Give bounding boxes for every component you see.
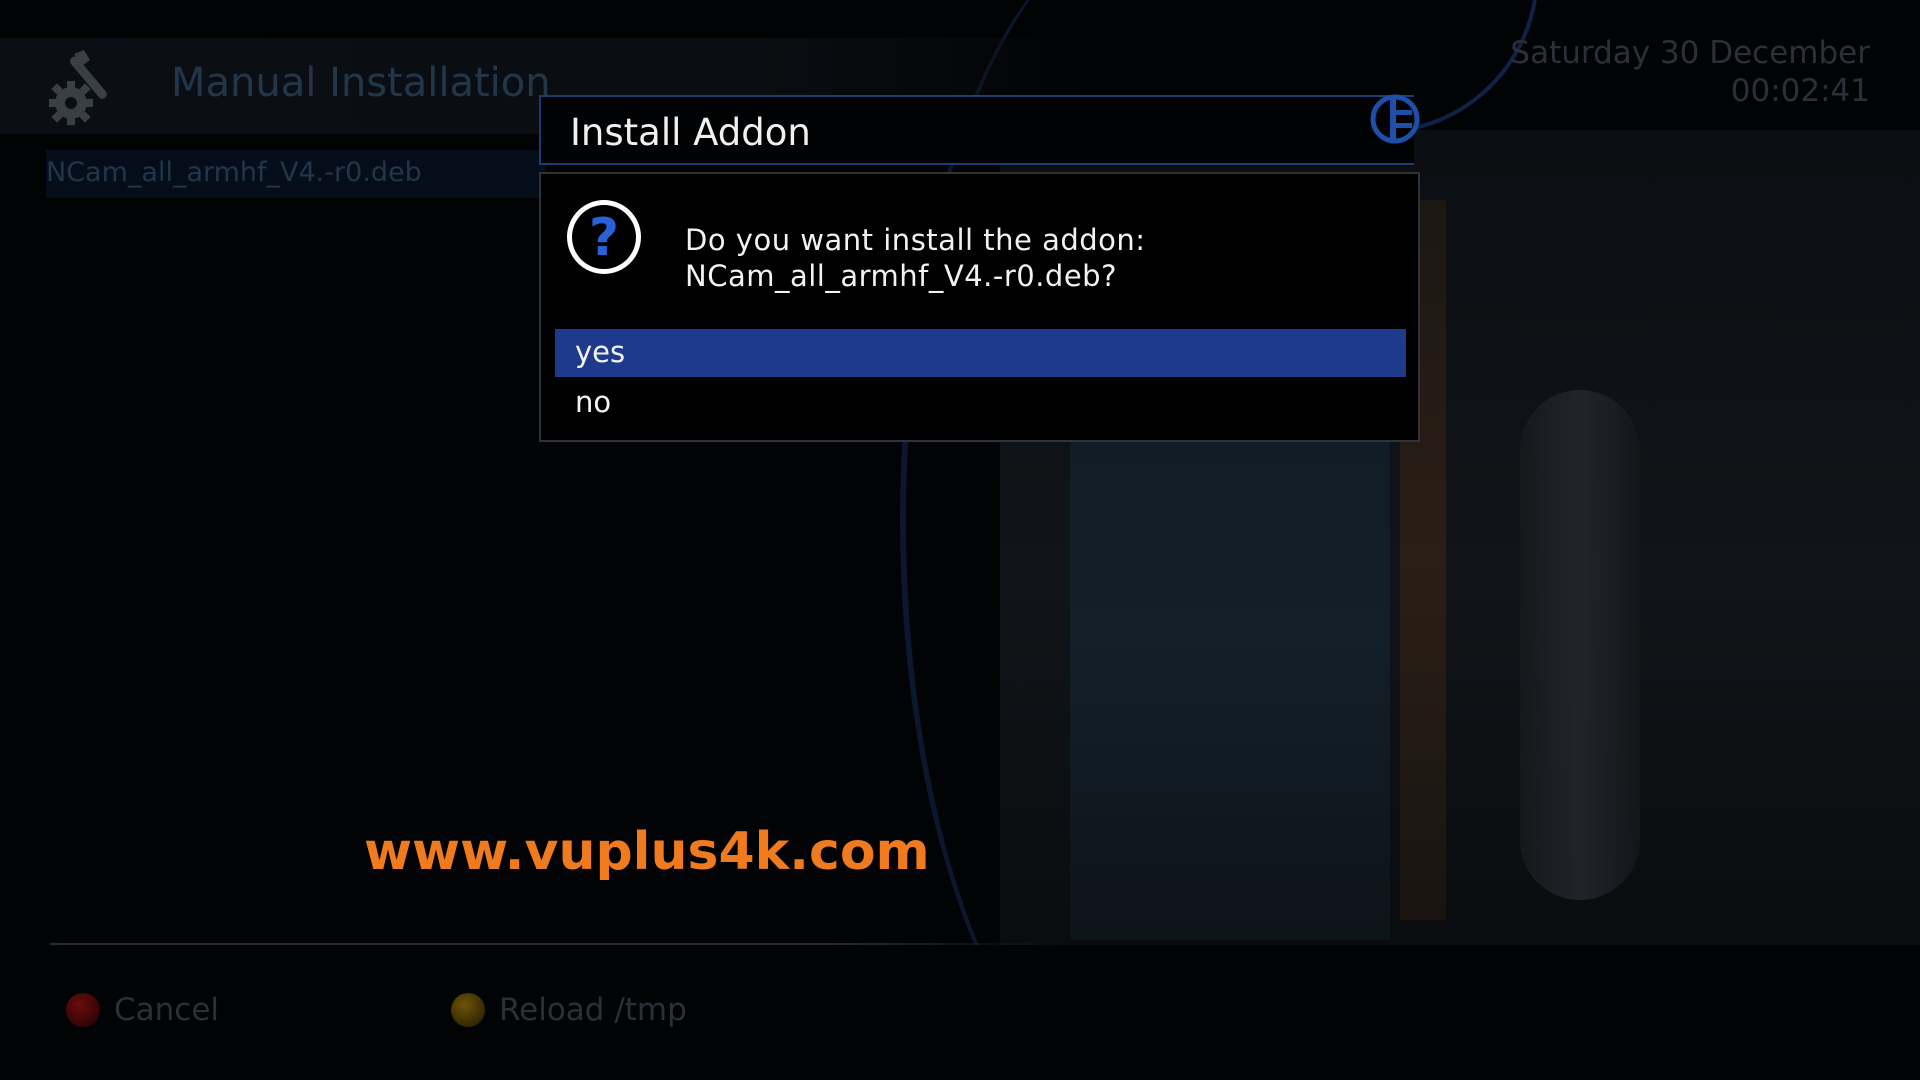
file-list-item[interactable]: NCam_all_armhf_V4.-r0.deb <box>46 150 546 198</box>
cancel-button-label: Cancel <box>114 992 220 1028</box>
screen: Manual Installation NCam_all_armhf_V4.-r… <box>0 0 1920 1080</box>
background-arm <box>1520 390 1640 900</box>
settings-tools-icon <box>44 48 126 130</box>
reload-tmp-button-label: Reload /tmp <box>499 992 687 1028</box>
yellow-button-icon <box>451 993 485 1027</box>
dialog-message-line2: NCam_all_armhf_V4.-r0.deb? <box>685 259 1117 293</box>
watermark: www.vuplus4k.com <box>364 822 930 882</box>
dialog-message: Do you want install the addon: NCam_all_… <box>685 222 1146 294</box>
dialog-title-bar: Install Addon <box>539 95 1414 165</box>
option-yes-label: yes <box>575 335 626 369</box>
reload-tmp-button[interactable]: Reload /tmp <box>451 990 687 1030</box>
time-label: 00:02:41 <box>1730 73 1870 109</box>
dialog-message-line1: Do you want install the addon: <box>685 223 1146 257</box>
screen-title: Manual Installation <box>171 60 551 106</box>
option-no[interactable]: no <box>555 379 1406 427</box>
footer-divider <box>50 943 1060 945</box>
clock: Saturday 30 December 00:02:41 <box>1510 34 1870 110</box>
svg-text:?: ? <box>589 208 619 268</box>
red-button-icon <box>66 993 100 1027</box>
question-icon: ? <box>563 196 645 278</box>
option-yes[interactable]: yes <box>555 329 1406 377</box>
install-addon-dialog: ? Do you want install the addon: NCam_al… <box>539 172 1420 442</box>
option-no-label: no <box>575 385 612 419</box>
background-footer-area <box>0 945 1920 1080</box>
date-label: Saturday 30 December <box>1510 35 1870 71</box>
file-list-item-label: NCam_all_armhf_V4.-r0.deb <box>46 157 422 188</box>
dialog-title: Install Addon <box>570 111 811 154</box>
cancel-button[interactable]: Cancel <box>66 990 219 1030</box>
brand-logo-icon <box>1370 94 1420 144</box>
